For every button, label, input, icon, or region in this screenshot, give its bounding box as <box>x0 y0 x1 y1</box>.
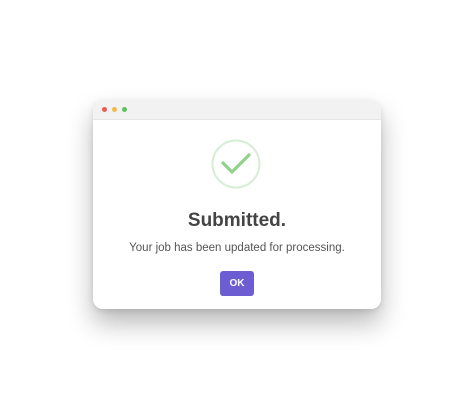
dialog-title: Submitted. <box>187 210 287 231</box>
close-window-dot[interactable] <box>102 107 107 112</box>
minimize-window-dot[interactable] <box>112 107 117 112</box>
dialog-window: Submitted. Your job has been updated for… <box>93 100 381 309</box>
ok-button[interactable]: OK <box>220 271 254 296</box>
maximize-window-dot[interactable] <box>122 107 127 112</box>
dialog-content: Submitted. Your job has been updated for… <box>93 120 381 309</box>
check-circle-icon <box>211 139 261 189</box>
dialog-message: Your job has been updated for processing… <box>129 242 345 254</box>
window-titlebar <box>93 100 381 120</box>
